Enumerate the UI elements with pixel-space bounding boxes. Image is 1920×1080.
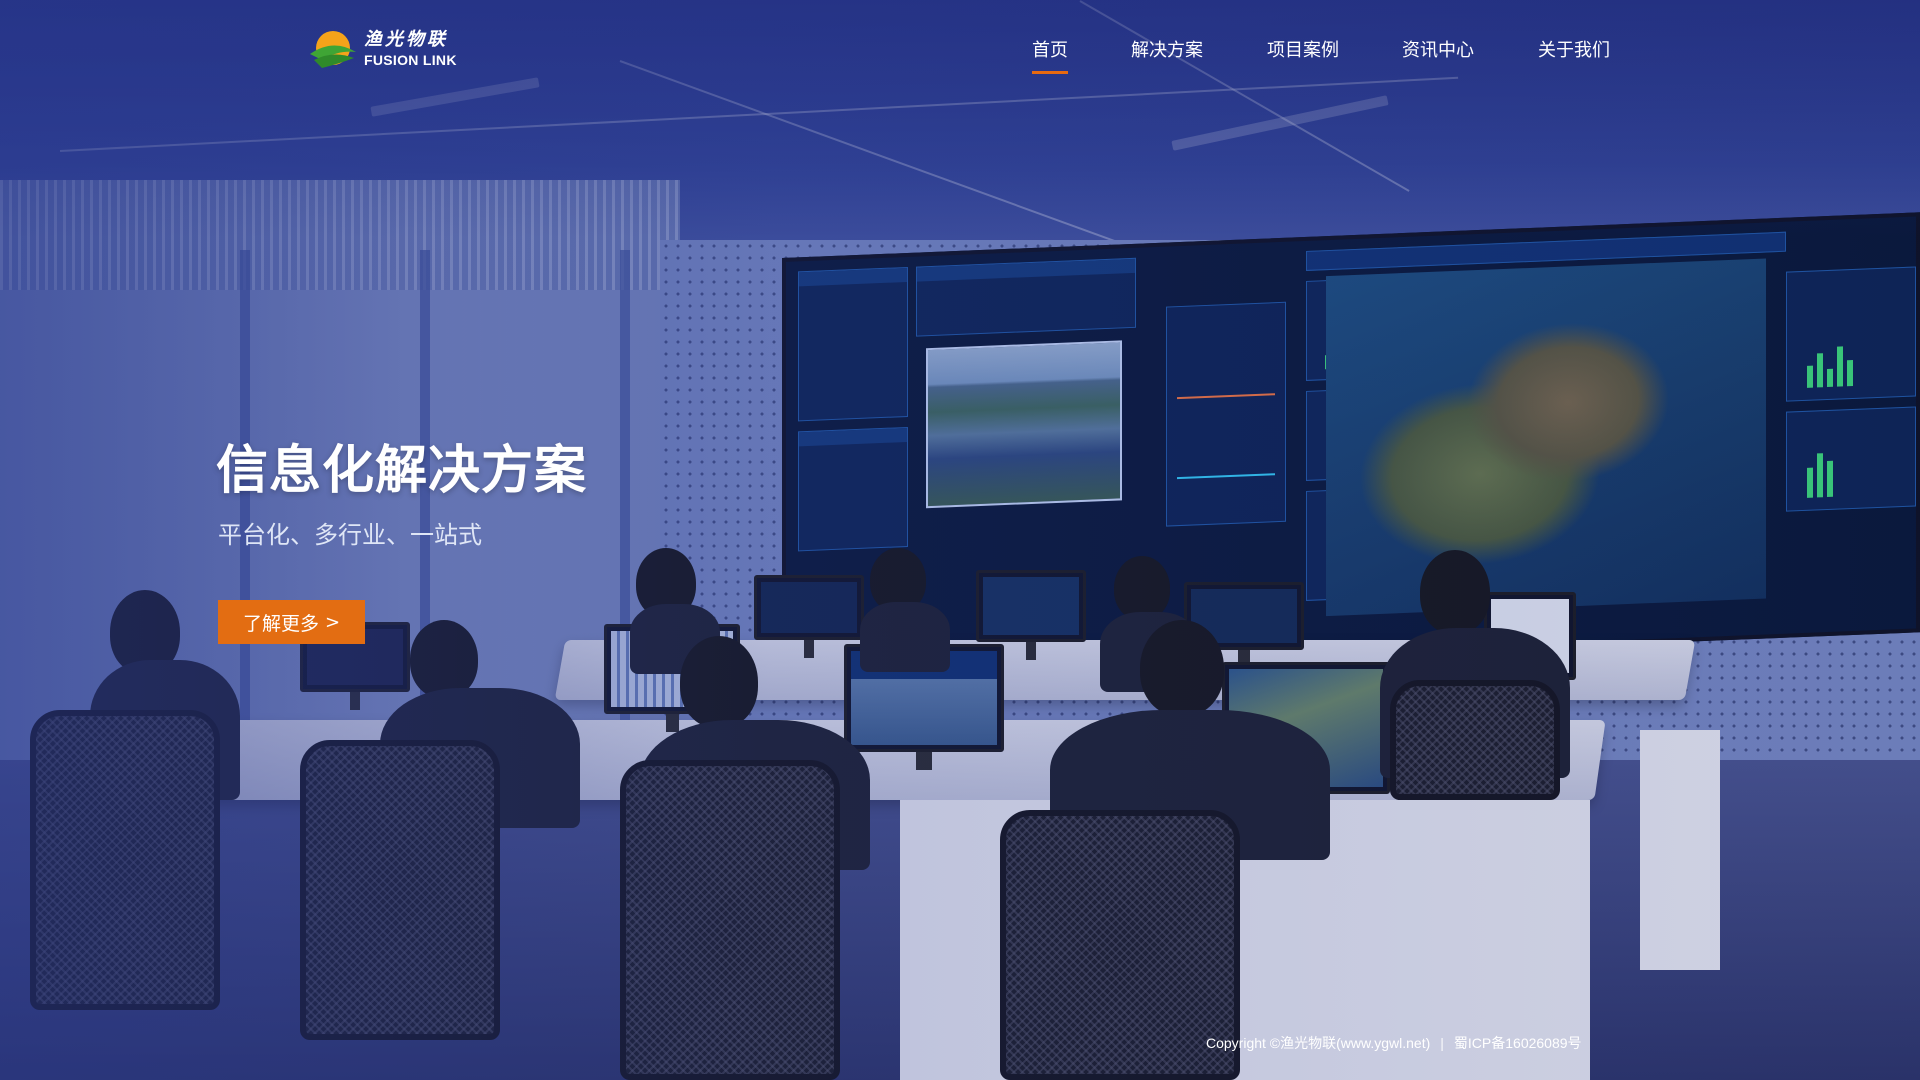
hero-subtitle: 平台化、多行业、一站式 (218, 521, 482, 549)
chevron-right-icon: > (324, 611, 341, 633)
brand-logo[interactable]: 渔光物联 FUSION LINK (308, 26, 457, 72)
footer-separator: | (1440, 1035, 1444, 1051)
logo-icon (310, 31, 356, 68)
nav-item-cases[interactable]: 项目案例 (1267, 36, 1339, 62)
learn-more-label: 了解更多 (242, 612, 319, 635)
nav-item-news[interactable]: 资讯中心 (1402, 36, 1474, 62)
brand-name-en: FUSION LINK (364, 52, 457, 68)
nav-item-solutions[interactable]: 解决方案 (1131, 36, 1203, 62)
site-footer: Copyright ©渔光物联(www.ygwl.net) | 蜀ICP备160… (1206, 1033, 1582, 1053)
icp-link[interactable]: 蜀ICP备16026089号 (1454, 1033, 1582, 1053)
nav-item-home[interactable]: 首页 (1032, 36, 1068, 74)
hero-title: 信息化解决方案 (216, 441, 588, 501)
brand-name-cn: 渔光物联 (364, 29, 448, 50)
nav-item-about[interactable]: 关于我们 (1538, 36, 1610, 62)
logo-wordmark: 渔光物联 FUSION LINK (364, 29, 457, 68)
copyright-text: Copyright ©渔光物联(www.ygwl.net) (1206, 1035, 1431, 1051)
site-header: 渔光物联 FUSION LINK 首页 解决方案 项目案例 资讯中心 关于我们 (0, 0, 1920, 100)
learn-more-button[interactable]: 了解更多 > (218, 600, 365, 644)
